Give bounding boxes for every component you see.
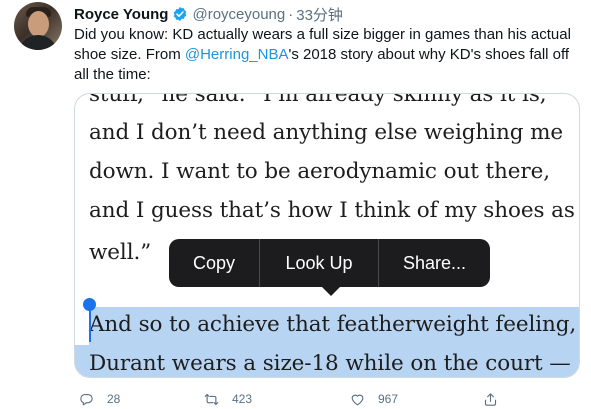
book-line-selected: And so to achieve that featherweight fee…	[89, 312, 577, 337]
look-up-menu-item: Look Up	[285, 252, 353, 273]
share-button[interactable]	[483, 390, 498, 408]
book-line-selected: Durant wears a size-18 while on the cour…	[89, 351, 571, 376]
reply-icon	[80, 393, 93, 405]
header-separator: ·	[288, 5, 294, 23]
context-menu-pointer	[321, 286, 341, 296]
context-menu: Copy Look Up Share...	[169, 239, 490, 287]
author-display-name[interactable]: Royce Young	[74, 6, 168, 23]
book-page-screenshot: stuff,” he said. “I’m already skinny as …	[75, 94, 579, 377]
reply-button[interactable]: 28	[79, 390, 120, 408]
book-line: stuff,” he said. “I’m already skinny as …	[89, 93, 547, 107]
tweet-text: Did you know: KD actually wears a full s…	[74, 25, 579, 85]
book-line: and I don’t need anything else weighing …	[89, 120, 563, 145]
tweet-actions: 28 423 967	[74, 390, 574, 408]
heart-icon	[351, 394, 364, 405]
share-icon	[484, 392, 497, 406]
avatar-shirt	[18, 35, 58, 50]
selection-caret	[89, 308, 91, 342]
avatar-face	[28, 11, 49, 37]
retweet-count: 423	[232, 392, 253, 406]
tweet-media-image[interactable]: stuff,” he said. “I’m already skinny as …	[74, 93, 580, 378]
author-avatar[interactable]	[14, 2, 62, 50]
retweet-button[interactable]: 423	[204, 390, 252, 408]
retweet-icon	[204, 393, 219, 405]
reply-count: 28	[107, 392, 121, 406]
like-count: 967	[378, 392, 399, 406]
book-line: down. I want to be aerodynamic out there…	[89, 159, 550, 184]
like-button[interactable]: 967	[350, 390, 398, 408]
tweet-timestamp[interactable]: 33分钟	[296, 4, 343, 25]
copy-menu-item: Copy	[192, 252, 236, 273]
book-line: well.”	[89, 240, 152, 265]
verified-badge-icon	[174, 7, 187, 21]
share-menu-item: Share...	[402, 252, 467, 273]
book-line: and I guess that’s how I think of my sho…	[89, 198, 575, 223]
mention-link[interactable]: @Herring_NBA	[185, 46, 289, 63]
author-handle[interactable]: @royceyoung	[192, 6, 285, 23]
tweet-header: Royce Young @royceyoung · 33分钟	[74, 4, 343, 24]
